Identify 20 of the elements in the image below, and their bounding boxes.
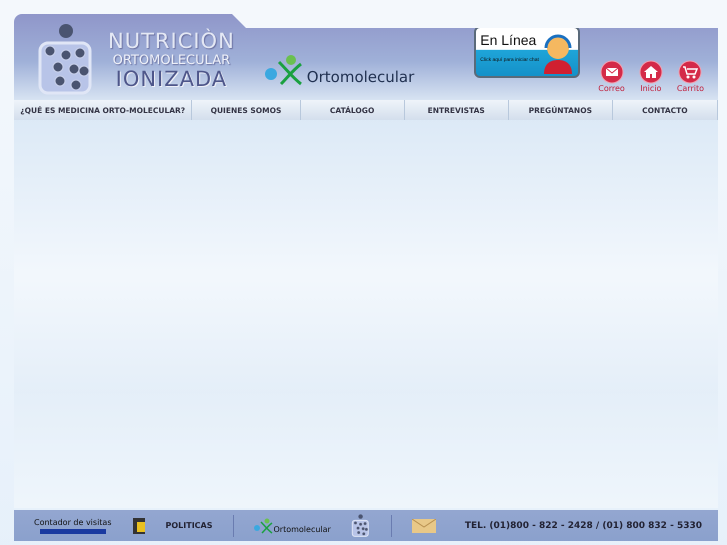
quick-link[interactable]: Inicio [638,60,663,93]
mail-icon [600,60,624,84]
brand-title: NUTRICIÒN [108,30,235,52]
headset-agent-icon [542,32,574,74]
brand-title: IONIZADA [116,68,228,90]
logo-text: Ortomolecular [274,524,331,534]
home-icon [638,60,663,84]
quick-link[interactable]: Correo [598,60,625,93]
policies-link[interactable]: POLITICAS [166,521,212,530]
quick-link[interactable]: Carrito [676,60,704,93]
logo-text: Ortomolecular [306,68,414,86]
envelope-icon [412,518,436,532]
cart-icon [678,60,702,84]
ortomolecular-logo-icon [254,518,274,534]
brand-subtitle: ORTOMOLECULAR [112,54,230,66]
ortomolecular-logo-icon [264,54,305,86]
phone-numbers: TEL. (01)800 - 822 - 2428 / (01) 800 832 - 5330 [464,520,702,530]
visit-counter [40,528,106,534]
visit-counter-label: Contador de visitas [34,518,112,526]
molecule-logo-icon [350,514,371,538]
